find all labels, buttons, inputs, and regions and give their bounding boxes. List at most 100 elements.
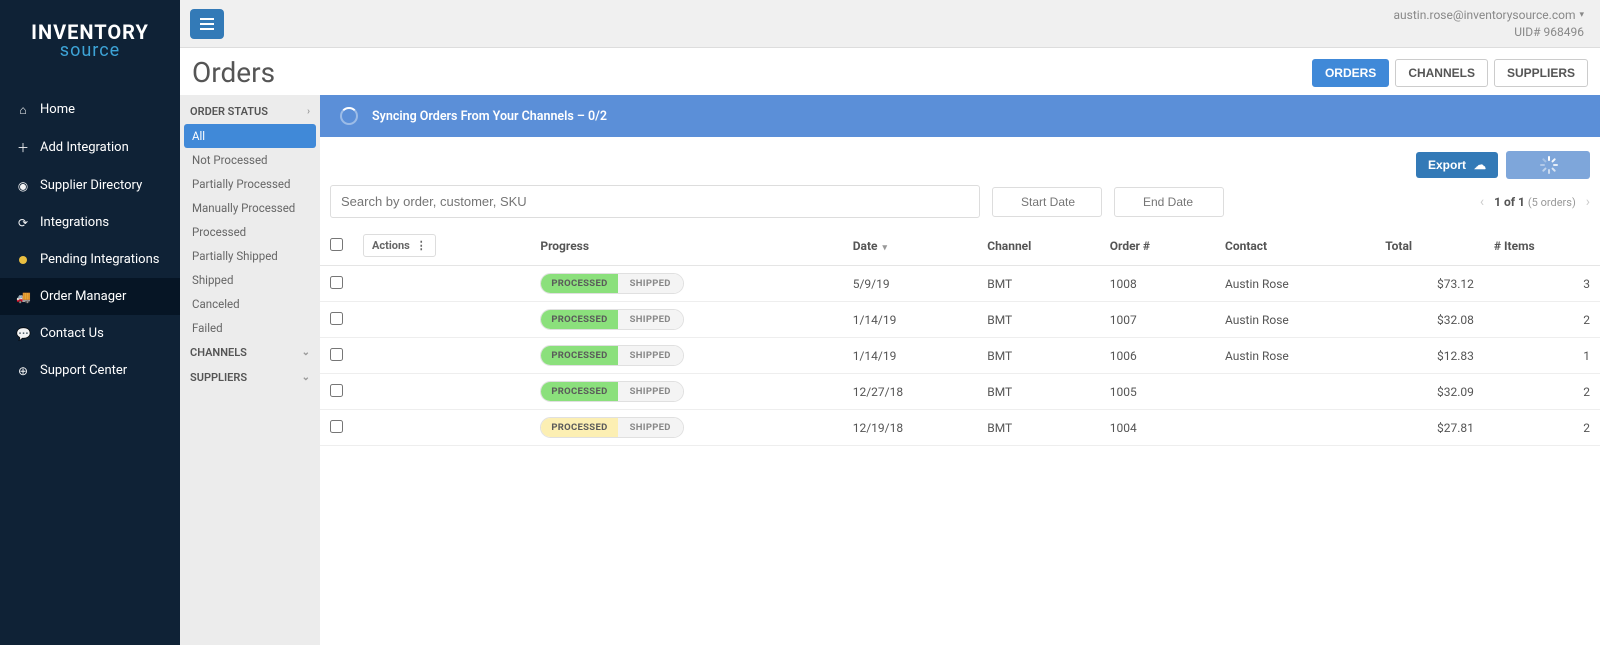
chevron-down-icon: ⌄ (302, 347, 310, 358)
filter-order-status-header[interactable]: ORDER STATUS › (180, 99, 320, 124)
sidebar: INVENTORY source ⌂ Home ＋ Add Integratio… (0, 0, 180, 645)
row-checkbox[interactable] (330, 384, 343, 397)
tab-orders[interactable]: ORDERS (1312, 59, 1389, 87)
cell-contact: Austin Rose (1215, 338, 1375, 374)
account-email[interactable]: austin.rose@inventorysource.com ▾ (1394, 7, 1584, 24)
cell-channel: BMT (977, 266, 1100, 302)
nav-order-manager[interactable]: 🚚 Order Manager (0, 278, 180, 315)
col-total[interactable]: Total (1375, 226, 1484, 266)
pill-processed: PROCESSED (541, 310, 617, 329)
cell-channel: BMT (977, 374, 1100, 410)
col-progress[interactable]: Progress (530, 226, 842, 266)
cell-items: 1 (1484, 338, 1600, 374)
export-button[interactable]: Export ☁ (1416, 152, 1498, 178)
col-date[interactable]: Date ▾ (843, 226, 978, 266)
col-order[interactable]: Order # (1100, 226, 1215, 266)
search-row: 📅 📅 ‹ 1 of 1 (5 orders) › (320, 185, 1600, 226)
filter-status-failed[interactable]: Failed (180, 316, 320, 340)
filter-header-label: CHANNELS (190, 346, 247, 359)
nav-supplier-directory[interactable]: ◉ Supplier Directory (0, 167, 180, 204)
filter-header-label: SUPPLIERS (190, 371, 247, 384)
refresh-loading-button[interactable] (1506, 151, 1590, 179)
cell-items: 2 (1484, 410, 1600, 446)
tab-channels[interactable]: CHANNELS (1395, 59, 1488, 87)
cell-contact: Austin Rose (1215, 266, 1375, 302)
globe-icon: ◉ (16, 179, 30, 193)
pill-shipped: SHIPPED (618, 418, 683, 437)
col-contact[interactable]: Contact (1215, 226, 1375, 266)
cell-total: $32.08 (1375, 302, 1484, 338)
sync-banner-text: Syncing Orders From Your Channels – 0/2 (372, 109, 607, 124)
cell-date: 12/19/18 (843, 410, 978, 446)
row-checkbox[interactable] (330, 348, 343, 361)
filter-status-manually-processed[interactable]: Manually Processed (180, 196, 320, 220)
progress-pill: PROCESSED SHIPPED (540, 417, 683, 438)
select-all-checkbox[interactable] (330, 238, 343, 251)
pill-processed: PROCESSED (541, 346, 617, 365)
plus-icon: ＋ (16, 139, 30, 156)
filter-status-canceled[interactable]: Canceled (180, 292, 320, 316)
kebab-icon: ⋮ (416, 239, 427, 252)
end-date-input[interactable] (1114, 187, 1224, 217)
pager-prev[interactable]: ‹ (1480, 194, 1484, 210)
cell-items: 2 (1484, 302, 1600, 338)
col-channel[interactable]: Channel (977, 226, 1100, 266)
cell-items: 3 (1484, 266, 1600, 302)
pill-processed: PROCESSED (541, 274, 617, 293)
nav-integrations[interactable]: ⟳ Integrations (0, 204, 180, 241)
cell-channel: BMT (977, 302, 1100, 338)
cell-total: $12.83 (1375, 338, 1484, 374)
pager-next[interactable]: › (1586, 194, 1590, 210)
nav-add-integration[interactable]: ＋ Add Integration (0, 128, 180, 167)
col-items[interactable]: # Items (1484, 226, 1600, 266)
pending-dot-icon (16, 253, 30, 267)
chat-icon: 💬 (16, 327, 30, 341)
cell-channel: BMT (977, 410, 1100, 446)
tab-suppliers[interactable]: SUPPLIERS (1494, 59, 1588, 87)
nav-label: Add Integration (40, 140, 129, 155)
filter-status-processed[interactable]: Processed (180, 220, 320, 244)
search-input[interactable] (330, 185, 980, 218)
pager-position: 1 of 1 (1494, 195, 1525, 209)
filter-status-shipped[interactable]: Shipped (180, 268, 320, 292)
nav-support-center[interactable]: ⊕ Support Center (0, 352, 180, 389)
toolbar: Export ☁ (320, 137, 1600, 185)
truck-icon: 🚚 (16, 290, 30, 304)
filter-channels-header[interactable]: CHANNELS ⌄ (180, 340, 320, 365)
hamburger-button[interactable] (190, 9, 224, 39)
cell-contact: Austin Rose (1215, 302, 1375, 338)
pill-processed: PROCESSED (541, 382, 617, 401)
filter-panel: ORDER STATUS › All Not Processed Partial… (180, 95, 320, 645)
row-checkbox[interactable] (330, 312, 343, 325)
actions-dropdown[interactable]: Actions ⋮ (363, 234, 436, 257)
filter-status-not-processed[interactable]: Not Processed (180, 148, 320, 172)
pill-shipped: SHIPPED (618, 310, 683, 329)
nav-contact-us[interactable]: 💬 Contact Us (0, 315, 180, 352)
cell-contact (1215, 410, 1375, 446)
cell-total: $27.81 (1375, 410, 1484, 446)
cell-date: 5/9/19 (843, 266, 978, 302)
table-row[interactable]: PROCESSED SHIPPED 12/19/18 BMT 1004 $27.… (320, 410, 1600, 446)
orders-table: Actions ⋮ Progress Date ▾ Channel Order … (320, 226, 1600, 446)
actions-label: Actions (372, 239, 410, 252)
cell-order: 1005 (1100, 374, 1215, 410)
filter-suppliers-header[interactable]: SUPPLIERS ⌄ (180, 365, 320, 390)
table-row[interactable]: PROCESSED SHIPPED 5/9/19 BMT 1008 Austin… (320, 266, 1600, 302)
export-label: Export (1428, 158, 1466, 172)
nav-label: Supplier Directory (40, 178, 142, 193)
table-row[interactable]: PROCESSED SHIPPED 12/27/18 BMT 1005 $32.… (320, 374, 1600, 410)
start-date-input[interactable] (992, 187, 1102, 217)
pill-shipped: SHIPPED (618, 274, 683, 293)
table-row[interactable]: PROCESSED SHIPPED 1/14/19 BMT 1006 Austi… (320, 338, 1600, 374)
cell-items: 2 (1484, 374, 1600, 410)
cell-date: 1/14/19 (843, 338, 978, 374)
nav-home[interactable]: ⌂ Home (0, 91, 180, 128)
nav-pending-integrations[interactable]: Pending Integrations (0, 241, 180, 278)
filter-status-partially-shipped[interactable]: Partially Shipped (180, 244, 320, 268)
filter-status-all[interactable]: All (184, 124, 316, 148)
row-checkbox[interactable] (330, 276, 343, 289)
row-checkbox[interactable] (330, 420, 343, 433)
table-row[interactable]: PROCESSED SHIPPED 1/14/19 BMT 1007 Austi… (320, 302, 1600, 338)
filter-status-partially-processed[interactable]: Partially Processed (180, 172, 320, 196)
pill-shipped: SHIPPED (618, 346, 683, 365)
